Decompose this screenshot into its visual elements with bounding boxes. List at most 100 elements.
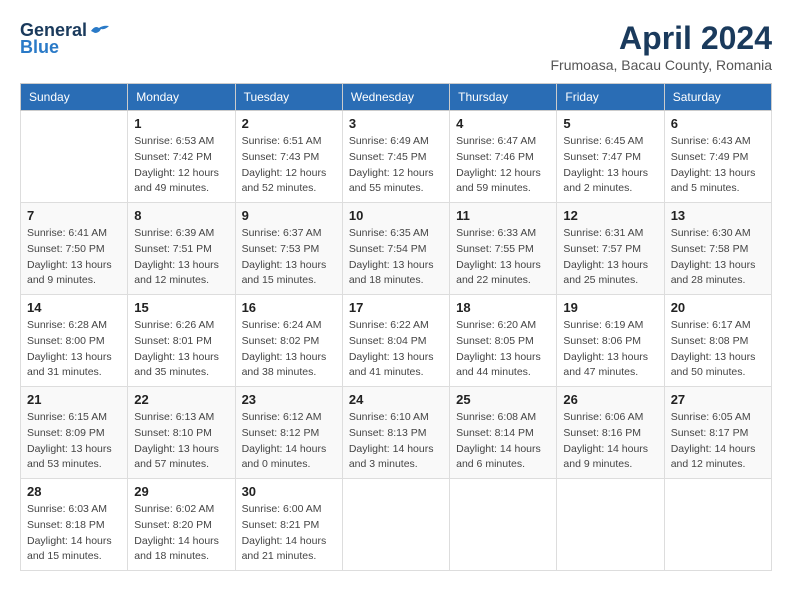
calendar-cell: 21 Sunrise: 6:15 AMSunset: 8:09 PMDaylig… <box>21 387 128 479</box>
weekday-header-row: SundayMondayTuesdayWednesdayThursdayFrid… <box>21 84 772 111</box>
day-detail: Sunrise: 6:49 AMSunset: 7:45 PMDaylight:… <box>349 135 434 194</box>
calendar-cell: 12 Sunrise: 6:31 AMSunset: 7:57 PMDaylig… <box>557 203 664 295</box>
day-number: 13 <box>671 208 765 223</box>
day-detail: Sunrise: 6:26 AMSunset: 8:01 PMDaylight:… <box>134 319 219 378</box>
logo-bird-icon <box>89 23 109 39</box>
day-detail: Sunrise: 6:28 AMSunset: 8:00 PMDaylight:… <box>27 319 112 378</box>
day-number: 1 <box>134 116 228 131</box>
calendar-cell: 11 Sunrise: 6:33 AMSunset: 7:55 PMDaylig… <box>450 203 557 295</box>
title-section: April 2024 Frumoasa, Bacau County, Roman… <box>550 20 772 73</box>
month-title: April 2024 <box>550 20 772 57</box>
day-number: 18 <box>456 300 550 315</box>
day-detail: Sunrise: 6:08 AMSunset: 8:14 PMDaylight:… <box>456 411 541 470</box>
calendar-cell: 7 Sunrise: 6:41 AMSunset: 7:50 PMDayligh… <box>21 203 128 295</box>
day-number: 28 <box>27 484 121 499</box>
day-number: 22 <box>134 392 228 407</box>
calendar-cell: 5 Sunrise: 6:45 AMSunset: 7:47 PMDayligh… <box>557 111 664 203</box>
weekday-header-tuesday: Tuesday <box>235 84 342 111</box>
day-number: 29 <box>134 484 228 499</box>
day-number: 16 <box>242 300 336 315</box>
day-number: 17 <box>349 300 443 315</box>
day-number: 8 <box>134 208 228 223</box>
day-number: 20 <box>671 300 765 315</box>
day-detail: Sunrise: 6:41 AMSunset: 7:50 PMDaylight:… <box>27 227 112 286</box>
day-number: 6 <box>671 116 765 131</box>
week-row-1: 1 Sunrise: 6:53 AMSunset: 7:42 PMDayligh… <box>21 111 772 203</box>
day-number: 10 <box>349 208 443 223</box>
day-detail: Sunrise: 6:43 AMSunset: 7:49 PMDaylight:… <box>671 135 756 194</box>
day-number: 30 <box>242 484 336 499</box>
calendar-cell: 17 Sunrise: 6:22 AMSunset: 8:04 PMDaylig… <box>342 295 449 387</box>
day-detail: Sunrise: 6:17 AMSunset: 8:08 PMDaylight:… <box>671 319 756 378</box>
page-header: General Blue April 2024 Frumoasa, Bacau … <box>20 20 772 73</box>
calendar-cell: 6 Sunrise: 6:43 AMSunset: 7:49 PMDayligh… <box>664 111 771 203</box>
day-detail: Sunrise: 6:22 AMSunset: 8:04 PMDaylight:… <box>349 319 434 378</box>
calendar-cell: 4 Sunrise: 6:47 AMSunset: 7:46 PMDayligh… <box>450 111 557 203</box>
calendar-cell: 8 Sunrise: 6:39 AMSunset: 7:51 PMDayligh… <box>128 203 235 295</box>
day-number: 7 <box>27 208 121 223</box>
weekday-header-saturday: Saturday <box>664 84 771 111</box>
location: Frumoasa, Bacau County, Romania <box>550 57 772 73</box>
day-detail: Sunrise: 6:31 AMSunset: 7:57 PMDaylight:… <box>563 227 648 286</box>
week-row-4: 21 Sunrise: 6:15 AMSunset: 8:09 PMDaylig… <box>21 387 772 479</box>
calendar-cell <box>342 479 449 571</box>
day-detail: Sunrise: 6:37 AMSunset: 7:53 PMDaylight:… <box>242 227 327 286</box>
day-number: 3 <box>349 116 443 131</box>
day-detail: Sunrise: 6:33 AMSunset: 7:55 PMDaylight:… <box>456 227 541 286</box>
calendar: SundayMondayTuesdayWednesdayThursdayFrid… <box>20 83 772 571</box>
day-number: 5 <box>563 116 657 131</box>
day-detail: Sunrise: 6:12 AMSunset: 8:12 PMDaylight:… <box>242 411 327 470</box>
day-detail: Sunrise: 6:39 AMSunset: 7:51 PMDaylight:… <box>134 227 219 286</box>
day-detail: Sunrise: 6:30 AMSunset: 7:58 PMDaylight:… <box>671 227 756 286</box>
calendar-cell <box>450 479 557 571</box>
day-number: 24 <box>349 392 443 407</box>
day-number: 21 <box>27 392 121 407</box>
day-detail: Sunrise: 6:15 AMSunset: 8:09 PMDaylight:… <box>27 411 112 470</box>
day-number: 11 <box>456 208 550 223</box>
calendar-cell: 15 Sunrise: 6:26 AMSunset: 8:01 PMDaylig… <box>128 295 235 387</box>
day-number: 14 <box>27 300 121 315</box>
calendar-cell: 27 Sunrise: 6:05 AMSunset: 8:17 PMDaylig… <box>664 387 771 479</box>
day-detail: Sunrise: 6:51 AMSunset: 7:43 PMDaylight:… <box>242 135 327 194</box>
day-number: 4 <box>456 116 550 131</box>
calendar-cell: 29 Sunrise: 6:02 AMSunset: 8:20 PMDaylig… <box>128 479 235 571</box>
day-number: 26 <box>563 392 657 407</box>
weekday-header-friday: Friday <box>557 84 664 111</box>
calendar-cell: 9 Sunrise: 6:37 AMSunset: 7:53 PMDayligh… <box>235 203 342 295</box>
calendar-cell: 19 Sunrise: 6:19 AMSunset: 8:06 PMDaylig… <box>557 295 664 387</box>
day-detail: Sunrise: 6:24 AMSunset: 8:02 PMDaylight:… <box>242 319 327 378</box>
day-detail: Sunrise: 6:06 AMSunset: 8:16 PMDaylight:… <box>563 411 648 470</box>
weekday-header-sunday: Sunday <box>21 84 128 111</box>
day-detail: Sunrise: 6:45 AMSunset: 7:47 PMDaylight:… <box>563 135 648 194</box>
day-detail: Sunrise: 6:35 AMSunset: 7:54 PMDaylight:… <box>349 227 434 286</box>
weekday-header-monday: Monday <box>128 84 235 111</box>
day-number: 23 <box>242 392 336 407</box>
calendar-cell: 16 Sunrise: 6:24 AMSunset: 8:02 PMDaylig… <box>235 295 342 387</box>
week-row-5: 28 Sunrise: 6:03 AMSunset: 8:18 PMDaylig… <box>21 479 772 571</box>
weekday-header-wednesday: Wednesday <box>342 84 449 111</box>
calendar-cell: 23 Sunrise: 6:12 AMSunset: 8:12 PMDaylig… <box>235 387 342 479</box>
day-number: 15 <box>134 300 228 315</box>
calendar-cell: 26 Sunrise: 6:06 AMSunset: 8:16 PMDaylig… <box>557 387 664 479</box>
day-detail: Sunrise: 6:13 AMSunset: 8:10 PMDaylight:… <box>134 411 219 470</box>
logo-blue: Blue <box>20 37 59 58</box>
day-detail: Sunrise: 6:53 AMSunset: 7:42 PMDaylight:… <box>134 135 219 194</box>
day-detail: Sunrise: 6:02 AMSunset: 8:20 PMDaylight:… <box>134 503 219 562</box>
calendar-cell <box>664 479 771 571</box>
weekday-header-thursday: Thursday <box>450 84 557 111</box>
day-number: 2 <box>242 116 336 131</box>
day-number: 9 <box>242 208 336 223</box>
day-number: 19 <box>563 300 657 315</box>
day-detail: Sunrise: 6:20 AMSunset: 8:05 PMDaylight:… <box>456 319 541 378</box>
calendar-cell: 10 Sunrise: 6:35 AMSunset: 7:54 PMDaylig… <box>342 203 449 295</box>
calendar-cell: 28 Sunrise: 6:03 AMSunset: 8:18 PMDaylig… <box>21 479 128 571</box>
day-detail: Sunrise: 6:05 AMSunset: 8:17 PMDaylight:… <box>671 411 756 470</box>
week-row-3: 14 Sunrise: 6:28 AMSunset: 8:00 PMDaylig… <box>21 295 772 387</box>
calendar-cell: 30 Sunrise: 6:00 AMSunset: 8:21 PMDaylig… <box>235 479 342 571</box>
calendar-cell <box>21 111 128 203</box>
day-detail: Sunrise: 6:10 AMSunset: 8:13 PMDaylight:… <box>349 411 434 470</box>
day-number: 27 <box>671 392 765 407</box>
calendar-cell: 18 Sunrise: 6:20 AMSunset: 8:05 PMDaylig… <box>450 295 557 387</box>
calendar-cell: 3 Sunrise: 6:49 AMSunset: 7:45 PMDayligh… <box>342 111 449 203</box>
calendar-cell <box>557 479 664 571</box>
